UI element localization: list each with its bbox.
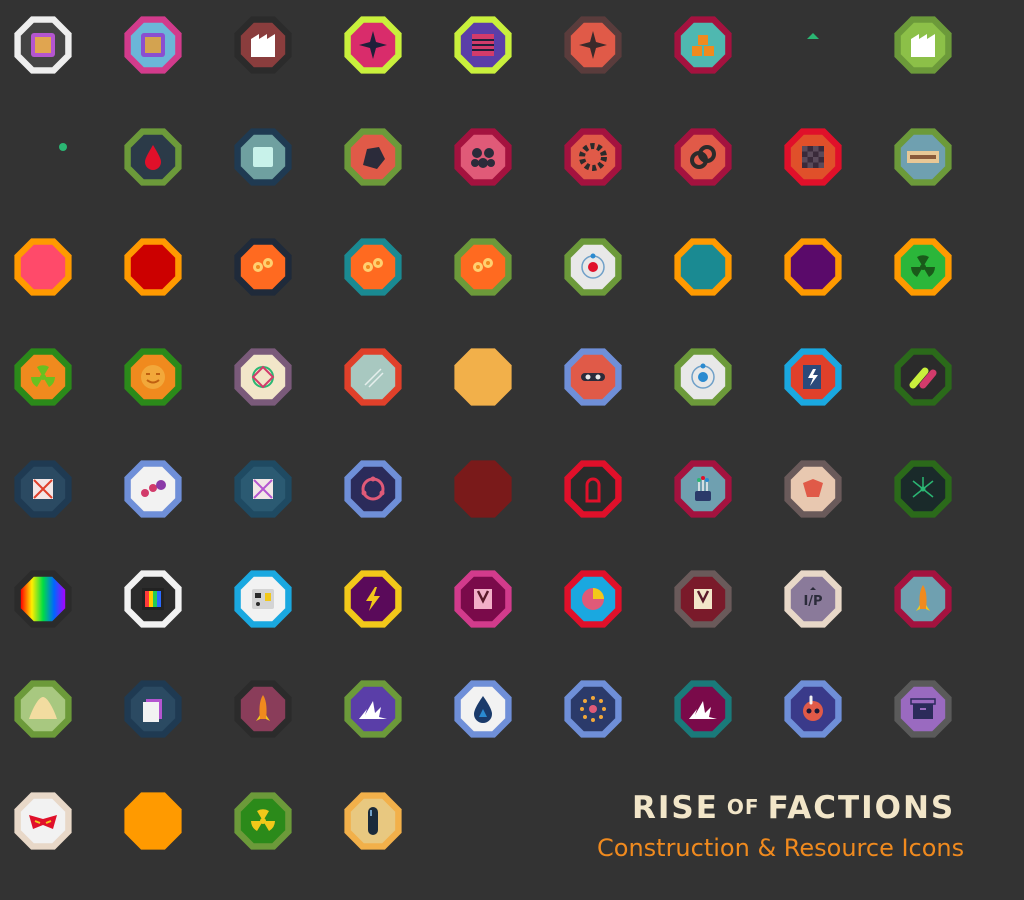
cement-sign-icon	[891, 125, 955, 189]
rocket-launch-icon	[891, 567, 955, 631]
storage-box-icon	[891, 677, 955, 741]
gear-cog-icon	[561, 125, 625, 189]
purple-crossbox-icon	[231, 457, 295, 521]
rainbow-processor-icon	[121, 13, 185, 77]
dark-ore-icon	[341, 125, 405, 189]
purple-burst-icon	[341, 677, 405, 741]
color-pills-icon	[891, 345, 955, 409]
maroon-octagon-icon	[451, 457, 515, 521]
blue-orbit-icon	[671, 345, 735, 409]
radiation-core-icon	[231, 789, 295, 853]
radiation-orange-icon	[891, 235, 955, 299]
glass-sheet-icon	[341, 345, 405, 409]
striped-crate-icon	[451, 13, 515, 77]
teal-octagon-icon	[671, 235, 735, 299]
factory-building-icon	[231, 13, 295, 77]
star-compass-icon	[341, 13, 405, 77]
network-node-icon	[891, 457, 955, 521]
compass-plate-icon	[561, 13, 625, 77]
radiation-green-icon	[11, 345, 75, 409]
page-subtitle: Construction & Resource Icons	[597, 834, 965, 862]
molecule-chain-icon	[121, 457, 185, 521]
title-word-1: RISE	[632, 790, 719, 826]
purple-octagon-icon	[781, 235, 845, 299]
block-stack-icon	[671, 13, 735, 77]
cream-mound-icon	[11, 677, 75, 741]
io-port-icon: I/P	[781, 567, 845, 631]
red-capsule-pod-icon	[561, 457, 625, 521]
title-word-3: FACTIONS	[767, 790, 956, 826]
blood-drop-icon	[121, 125, 185, 189]
rainbow-chip-icon	[121, 567, 185, 631]
fiber-sprout-icon	[671, 457, 735, 521]
bomb-bot-icon	[781, 677, 845, 741]
orbit-target-icon	[561, 235, 625, 299]
plain-sand-octagon-icon	[451, 345, 515, 409]
spore-cluster-icon	[561, 677, 625, 741]
lightning-bolt-icon	[341, 567, 405, 631]
circuit-chip-icon	[11, 13, 75, 77]
double-ring-icon	[671, 125, 735, 189]
blue-flame-drop-icon	[451, 677, 515, 741]
dot-marker-icon	[11, 125, 75, 189]
red-octagon-icon	[121, 235, 185, 299]
glass-panel-icon	[231, 125, 295, 189]
tulip-crystal-icon	[781, 457, 845, 521]
red-mask-icon	[11, 789, 75, 853]
green-flower-icon	[451, 235, 515, 299]
hex-mesh-icon	[451, 125, 515, 189]
magenta-insignia-icon	[451, 567, 515, 631]
icon-grid: I/P	[0, 0, 1024, 900]
crossed-box-icon	[11, 457, 75, 521]
rainbow-gem-icon	[11, 567, 75, 631]
page-title: RISE OF FACTIONS	[632, 790, 955, 826]
orange-octagon-icon	[121, 789, 185, 853]
teal-flower-icon	[341, 235, 405, 299]
teal-burst-icon	[671, 677, 735, 741]
pink-octagon-icon	[11, 235, 75, 299]
interlock-ring-icon	[231, 345, 295, 409]
control-panel-icon	[231, 567, 295, 631]
checker-plate-icon	[781, 125, 845, 189]
power-cell-icon	[781, 345, 845, 409]
rocket-silo-icon	[231, 677, 295, 741]
pie-gauge-icon	[561, 567, 625, 631]
fuel-rod-icon	[341, 789, 405, 853]
stacked-sheets-icon	[121, 677, 185, 741]
title-word-2: OF	[726, 795, 760, 819]
small-arrow-icon	[781, 13, 845, 77]
svg-text:I/P: I/P	[803, 594, 822, 609]
maroon-insignia-icon	[671, 567, 735, 631]
white-factory-icon	[891, 13, 955, 77]
atom-ring-icon	[341, 457, 405, 521]
goggle-bot-icon	[561, 345, 625, 409]
sun-face-icon	[121, 345, 185, 409]
orange-flower-icon	[231, 235, 295, 299]
